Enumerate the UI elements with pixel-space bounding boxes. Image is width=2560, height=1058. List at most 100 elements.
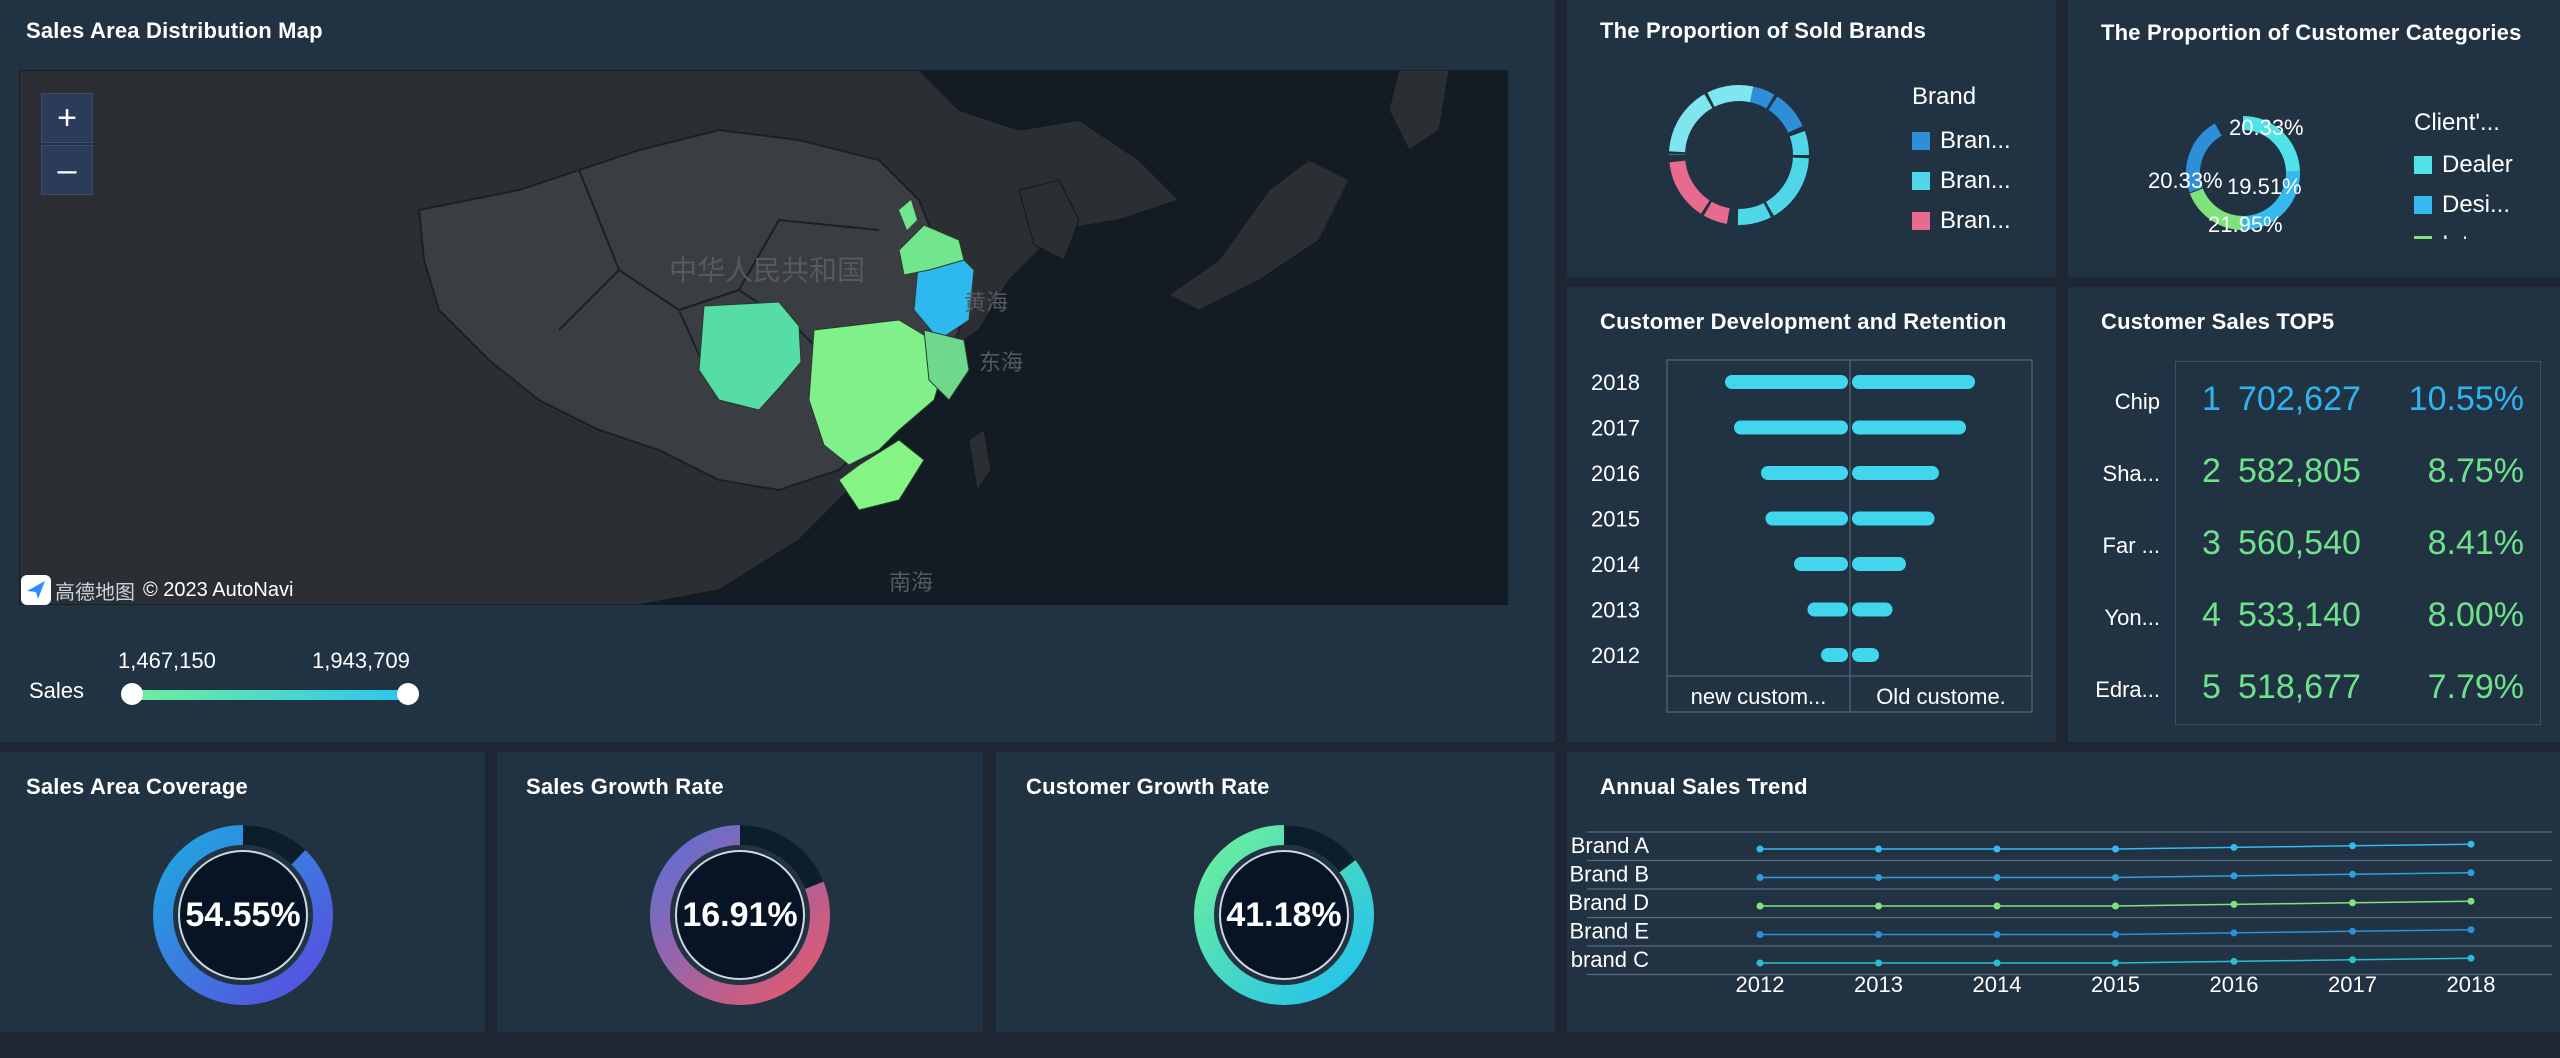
top5-row[interactable]: Far ... 3 560,540 8.41% <box>2068 519 2560 569</box>
trend-point <box>2230 929 2238 937</box>
categories-legend-item[interactable]: Dealer <box>2414 151 2513 179</box>
amap-logo-icon <box>21 575 51 605</box>
retention-year-label: 2015 <box>1591 507 1640 532</box>
trend-point <box>1756 902 1764 910</box>
top5-row[interactable]: Yon... 4 533,140 8.00% <box>2068 591 2560 641</box>
category-label-3: 19.51% <box>2227 174 2302 199</box>
zoom-out-button[interactable]: – <box>41 145 93 195</box>
top5-rank: 1 <box>2202 380 2221 418</box>
map-title: Sales Area Distribution Map <box>26 18 323 43</box>
retention-year-label: 2017 <box>1591 416 1640 441</box>
retention-x-label: Old custome. <box>1876 684 2006 709</box>
kpi-title-customer-growth: Customer Growth Rate <box>1026 774 1270 799</box>
trend-point <box>1993 959 2001 967</box>
trend-point <box>2467 897 2475 905</box>
slider-handle-max[interactable] <box>397 683 419 705</box>
retention-old-bar <box>1852 557 1906 571</box>
slider-max-value: 1,943,709 <box>312 648 410 673</box>
trend-point <box>1756 874 1764 881</box>
trend-point <box>1756 959 1764 967</box>
retention-new-bar <box>1761 466 1848 480</box>
kpi-panel-customer-growth: Customer Growth Rate 41.18% <box>996 752 1555 1032</box>
category-label-4-clip: 21.95% <box>2208 212 2318 232</box>
kpi-title-sales-growth: Sales Growth Rate <box>526 774 724 799</box>
trend-point <box>1875 959 1882 967</box>
trend-row-label: Brand B <box>1570 862 1650 887</box>
top5-share-pct: 8.41% <box>2427 524 2524 562</box>
trend-year-label: 2014 <box>1973 972 2022 997</box>
trend-point <box>1756 845 1764 853</box>
retention-old-bar <box>1852 420 1966 435</box>
retention-year-label: 2012 <box>1591 643 1640 668</box>
retention-new-bar <box>1821 648 1848 662</box>
map-canvas[interactable]: 中华人民共和国 黄海 东海 南海 + – 高德地图 © 2023 AutoNav… <box>19 70 1508 605</box>
top5-row[interactable]: Chip 1 702,627 10.55% <box>2068 375 2560 425</box>
brands-legend-item[interactable]: Bran... <box>1912 207 2011 235</box>
trend-point <box>2467 840 2475 848</box>
categories-legend-item[interactable]: Inter... <box>2414 231 2513 239</box>
brands-legend-item[interactable]: Bran... <box>1912 127 2011 155</box>
trend-point <box>2349 927 2356 935</box>
customer-categories-title: The Proportion of Customer Categories <box>2101 20 2522 45</box>
top5-sales-value: 518,677 <box>2238 668 2361 706</box>
trend-point <box>2230 843 2238 851</box>
slider-track <box>132 690 408 700</box>
sales-slider[interactable]: Sales 1,467,150 1,943,709 <box>0 640 460 720</box>
top5-row[interactable]: Edra... 5 518,677 7.79% <box>2068 663 2560 713</box>
retention-new-bar <box>1734 420 1848 435</box>
retention-chart: 2018 2017 2016 2015 2014 2013 2012 new custom..… <box>1591 359 2033 713</box>
categories-legend-item[interactable]: Desi... <box>2414 191 2513 219</box>
brands-title: The Proportion of Sold Brands <box>1600 18 1927 43</box>
kpi-panel-coverage: Sales Area Coverage 54.55% <box>0 752 485 1032</box>
top5-panel: Customer Sales TOP5 Chip 1 702,627 10.55% Sh… <box>2068 287 2560 742</box>
map-panel: Sales Area Distribution Map 中华人民共和国 黄海 东… <box>0 0 1555 742</box>
brands-legend: Brand Bran... Bran... Bran... <box>1912 83 2011 247</box>
top5-customer-name: Chip <box>2114 389 2160 414</box>
retention-old-bar <box>1852 602 1893 617</box>
top5-sales-value: 702,627 <box>2238 380 2361 418</box>
kpi-title-coverage: Sales Area Coverage <box>26 774 248 799</box>
top5-sales-value: 582,805 <box>2238 452 2361 490</box>
category-label-4: 21.95% <box>2208 212 2283 232</box>
slider-label: Sales <box>29 678 85 703</box>
trend-point <box>2467 926 2475 934</box>
top5-rank: 4 <box>2202 596 2221 634</box>
trend-row-label: Brand E <box>1570 919 1650 944</box>
slider-handle-min[interactable] <box>121 683 143 705</box>
trend-point <box>1993 902 2001 910</box>
retention-x-label: new custom... <box>1691 684 1827 709</box>
trend-point <box>2112 931 2119 938</box>
top5-customer-name: Sha... <box>2102 461 2160 486</box>
retention-panel: Customer Development and Retention 2018 2… <box>1567 287 2056 742</box>
map-attribution: 高德地图 © 2023 AutoNavi <box>21 575 293 605</box>
category-label-2: 20.33% <box>2148 168 2223 193</box>
kpi-value-customer-growth: 41.18% <box>1226 895 1342 934</box>
trend-panel: Annual Sales Trend Brand A Brand B Brand D… <box>1567 752 2560 1032</box>
customer-categories-panel: The Proportion of Customer Categories 20… <box>2068 0 2560 277</box>
brands-panel: The Proportion of Sold Brands Brand Bran… <box>1567 0 2056 277</box>
customer-categories-legend: Client'... Dealer Desi... Inter... <box>2414 109 2513 239</box>
retention-new-bar <box>1725 375 1848 389</box>
trend-point <box>2112 845 2119 853</box>
top5-rank: 3 <box>2202 524 2221 562</box>
kpi-panel-sales-growth: Sales Growth Rate 16.91% <box>497 752 983 1032</box>
categories-legend-title: Client'... <box>2414 109 2500 136</box>
map-label-yellow-sea: 黄海 <box>964 290 1008 315</box>
trend-point <box>2230 900 2238 908</box>
top5-row[interactable]: Sha... 2 582,805 8.75% <box>2068 447 2560 497</box>
top5-share-pct: 10.55% <box>2408 380 2524 418</box>
top5-rank: 2 <box>2202 452 2221 490</box>
retention-new-bar <box>1765 511 1848 526</box>
retention-new-bar <box>1807 602 1848 617</box>
brands-legend-item[interactable]: Bran... <box>1912 167 2011 195</box>
trend-row-label: brand C <box>1571 947 1649 972</box>
trend-year-label: 2013 <box>1854 972 1903 997</box>
bottom-strip <box>0 1032 2560 1058</box>
zoom-in-button[interactable]: + <box>41 93 93 143</box>
top5-share-pct: 7.79% <box>2427 668 2524 706</box>
top5-title: Customer Sales TOP5 <box>2101 309 2335 334</box>
top5-customer-name: Far ... <box>2102 533 2160 558</box>
top5-sales-value: 533,140 <box>2238 596 2361 634</box>
retention-old-bar <box>1852 648 1879 662</box>
trend-point <box>1875 874 1882 881</box>
